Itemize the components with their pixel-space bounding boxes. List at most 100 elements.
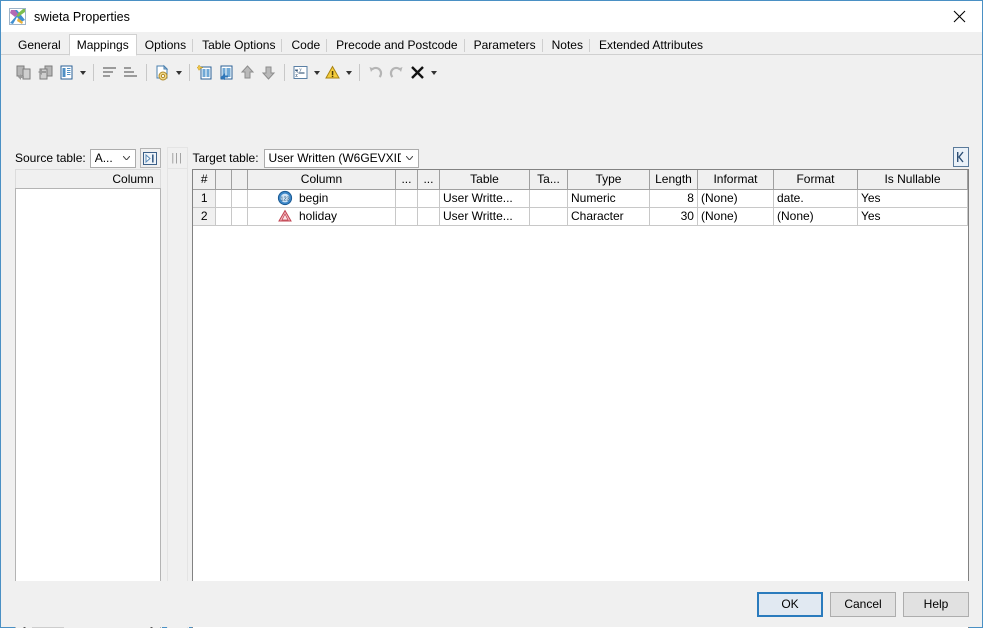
toolbar-separator bbox=[146, 64, 147, 81]
target-panel: Target table: User Written (W6GEVXID) # … bbox=[192, 147, 969, 628]
redo-icon[interactable] bbox=[386, 62, 407, 83]
row-marker-1[interactable] bbox=[215, 189, 232, 208]
source-column-list[interactable] bbox=[15, 188, 161, 617]
warning-dropdown-icon[interactable] bbox=[343, 62, 354, 83]
toolbar-separator bbox=[189, 64, 190, 81]
toolbar-separator bbox=[359, 64, 360, 81]
right-splitter[interactable] bbox=[187, 147, 189, 628]
cell-ta[interactable] bbox=[529, 189, 568, 208]
source-table-label: Source table: bbox=[15, 151, 86, 165]
new-column-icon[interactable] bbox=[195, 62, 216, 83]
grid-header-table[interactable]: Table bbox=[439, 170, 530, 190]
grid-header-informat[interactable]: Informat bbox=[697, 170, 774, 190]
move-down-icon[interactable] bbox=[258, 62, 279, 83]
cancel-button[interactable]: Cancel bbox=[830, 591, 896, 617]
delete-icon[interactable] bbox=[407, 62, 428, 83]
cell-ellipsis-2[interactable] bbox=[417, 207, 440, 226]
tab-notes[interactable]: Notes bbox=[544, 35, 591, 55]
grid-header-ta[interactable]: Ta... bbox=[529, 170, 568, 190]
grid-header-nullable[interactable]: Is Nullable bbox=[857, 170, 968, 190]
cell-type[interactable]: Character bbox=[567, 207, 650, 226]
character-column-icon bbox=[277, 208, 293, 224]
warning-icon[interactable] bbox=[322, 62, 343, 83]
grid-header-format[interactable]: Format bbox=[773, 170, 858, 190]
tab-table-options[interactable]: Table Options bbox=[194, 35, 283, 55]
target-table-value: User Written (W6GEVXID) bbox=[268, 151, 401, 165]
target-columns-grid[interactable]: # Column ... ... Table Ta... Type Length bbox=[192, 169, 969, 628]
cell-column[interactable]: 123 begin bbox=[247, 189, 396, 208]
toolbar-separator bbox=[93, 64, 94, 81]
cell-format[interactable]: date. bbox=[773, 189, 858, 208]
grid-table: # Column ... ... Table Ta... Type Length bbox=[193, 170, 968, 226]
cell-ta[interactable] bbox=[529, 207, 568, 226]
row-number: 2 bbox=[193, 207, 216, 226]
cell-nullable[interactable]: Yes bbox=[857, 207, 968, 226]
cell-ellipsis-2[interactable] bbox=[417, 189, 440, 208]
chevron-down-icon bbox=[118, 150, 135, 167]
properties-dropdown-icon[interactable] bbox=[311, 62, 322, 83]
cell-length[interactable]: 30 bbox=[649, 207, 698, 226]
cell-table[interactable]: User Writte... bbox=[439, 189, 530, 208]
ok-button[interactable]: OK bbox=[757, 591, 823, 617]
cell-format[interactable]: (None) bbox=[773, 207, 858, 226]
quick-map-dropdown-icon[interactable] bbox=[77, 62, 88, 83]
table-row[interactable]: 2 holiday User Writte... Character 30 (N… bbox=[193, 207, 968, 226]
properties-dialog: swieta Properties General Mappings Optio… bbox=[0, 0, 983, 628]
toolbar-separator bbox=[284, 64, 285, 81]
properties-icon[interactable]: x y z bbox=[290, 62, 311, 83]
row-marker-2[interactable] bbox=[231, 189, 248, 208]
svg-text:z: z bbox=[295, 73, 298, 79]
target-table-header: Target table: User Written (W6GEVXID) bbox=[192, 147, 969, 169]
import-columns-icon[interactable] bbox=[216, 62, 237, 83]
cell-length[interactable]: 8 bbox=[649, 189, 698, 208]
cell-type[interactable]: Numeric bbox=[567, 189, 650, 208]
row-marker-1[interactable] bbox=[215, 207, 232, 226]
collapse-panel-button[interactable] bbox=[952, 147, 969, 167]
title-bar: swieta Properties bbox=[1, 1, 982, 32]
grid-header-rownum[interactable]: # bbox=[193, 170, 216, 190]
new-expression-icon[interactable] bbox=[152, 62, 173, 83]
left-splitter[interactable] bbox=[160, 147, 162, 628]
tab-general[interactable]: General bbox=[10, 35, 69, 55]
undo-icon[interactable] bbox=[365, 62, 386, 83]
cell-table[interactable]: User Writte... bbox=[439, 207, 530, 226]
cell-informat[interactable]: (None) bbox=[697, 189, 774, 208]
map-by-name-icon[interactable] bbox=[35, 62, 56, 83]
tab-parameters[interactable]: Parameters bbox=[466, 35, 544, 55]
grid-header-blank-2[interactable] bbox=[231, 170, 248, 190]
cell-ellipsis-1[interactable] bbox=[395, 189, 418, 208]
cell-column[interactable]: holiday bbox=[247, 207, 396, 226]
tab-mappings[interactable]: Mappings bbox=[68, 34, 137, 56]
show-source-button[interactable] bbox=[139, 148, 161, 168]
move-up-icon[interactable] bbox=[237, 62, 258, 83]
tab-precode-and-postcode[interactable]: Precode and Postcode bbox=[328, 35, 466, 55]
cell-ellipsis-1[interactable] bbox=[395, 207, 418, 226]
map-one-to-one-icon[interactable] bbox=[14, 62, 35, 83]
cell-column-text: holiday bbox=[298, 209, 338, 223]
sort-descending-icon[interactable] bbox=[120, 62, 141, 83]
sort-ascending-icon[interactable] bbox=[99, 62, 120, 83]
source-table-select[interactable]: A... bbox=[89, 148, 136, 168]
grid-header-column[interactable]: Column bbox=[247, 170, 396, 190]
row-marker-2[interactable] bbox=[231, 207, 248, 226]
help-button[interactable]: Help bbox=[903, 591, 969, 617]
grid-header-ellipsis-1[interactable]: ... bbox=[395, 170, 418, 190]
grid-header-length[interactable]: Length bbox=[649, 170, 698, 190]
grid-header-ellipsis-2[interactable]: ... bbox=[417, 170, 440, 190]
tab-options[interactable]: Options bbox=[137, 35, 194, 55]
mapping-panel-grip[interactable]: ||| bbox=[166, 147, 188, 169]
source-table-value: A... bbox=[94, 151, 113, 165]
cell-informat[interactable]: (None) bbox=[697, 207, 774, 226]
quick-map-icon[interactable] bbox=[56, 62, 77, 83]
delete-dropdown-icon[interactable] bbox=[428, 62, 439, 83]
tab-code[interactable]: Code bbox=[283, 35, 328, 55]
tab-extended-attributes[interactable]: Extended Attributes bbox=[591, 35, 711, 55]
target-table-select[interactable]: User Written (W6GEVXID) bbox=[263, 148, 419, 168]
grid-header-blank-1[interactable] bbox=[215, 170, 232, 190]
grid-header-type[interactable]: Type bbox=[567, 170, 650, 190]
cell-nullable[interactable]: Yes bbox=[857, 189, 968, 208]
table-row[interactable]: 1 123 begin User Writte... Numeric 8 (No… bbox=[193, 189, 968, 208]
mapping-lines-canvas[interactable] bbox=[166, 169, 188, 628]
close-icon[interactable] bbox=[936, 1, 982, 32]
new-expression-dropdown-icon[interactable] bbox=[173, 62, 184, 83]
